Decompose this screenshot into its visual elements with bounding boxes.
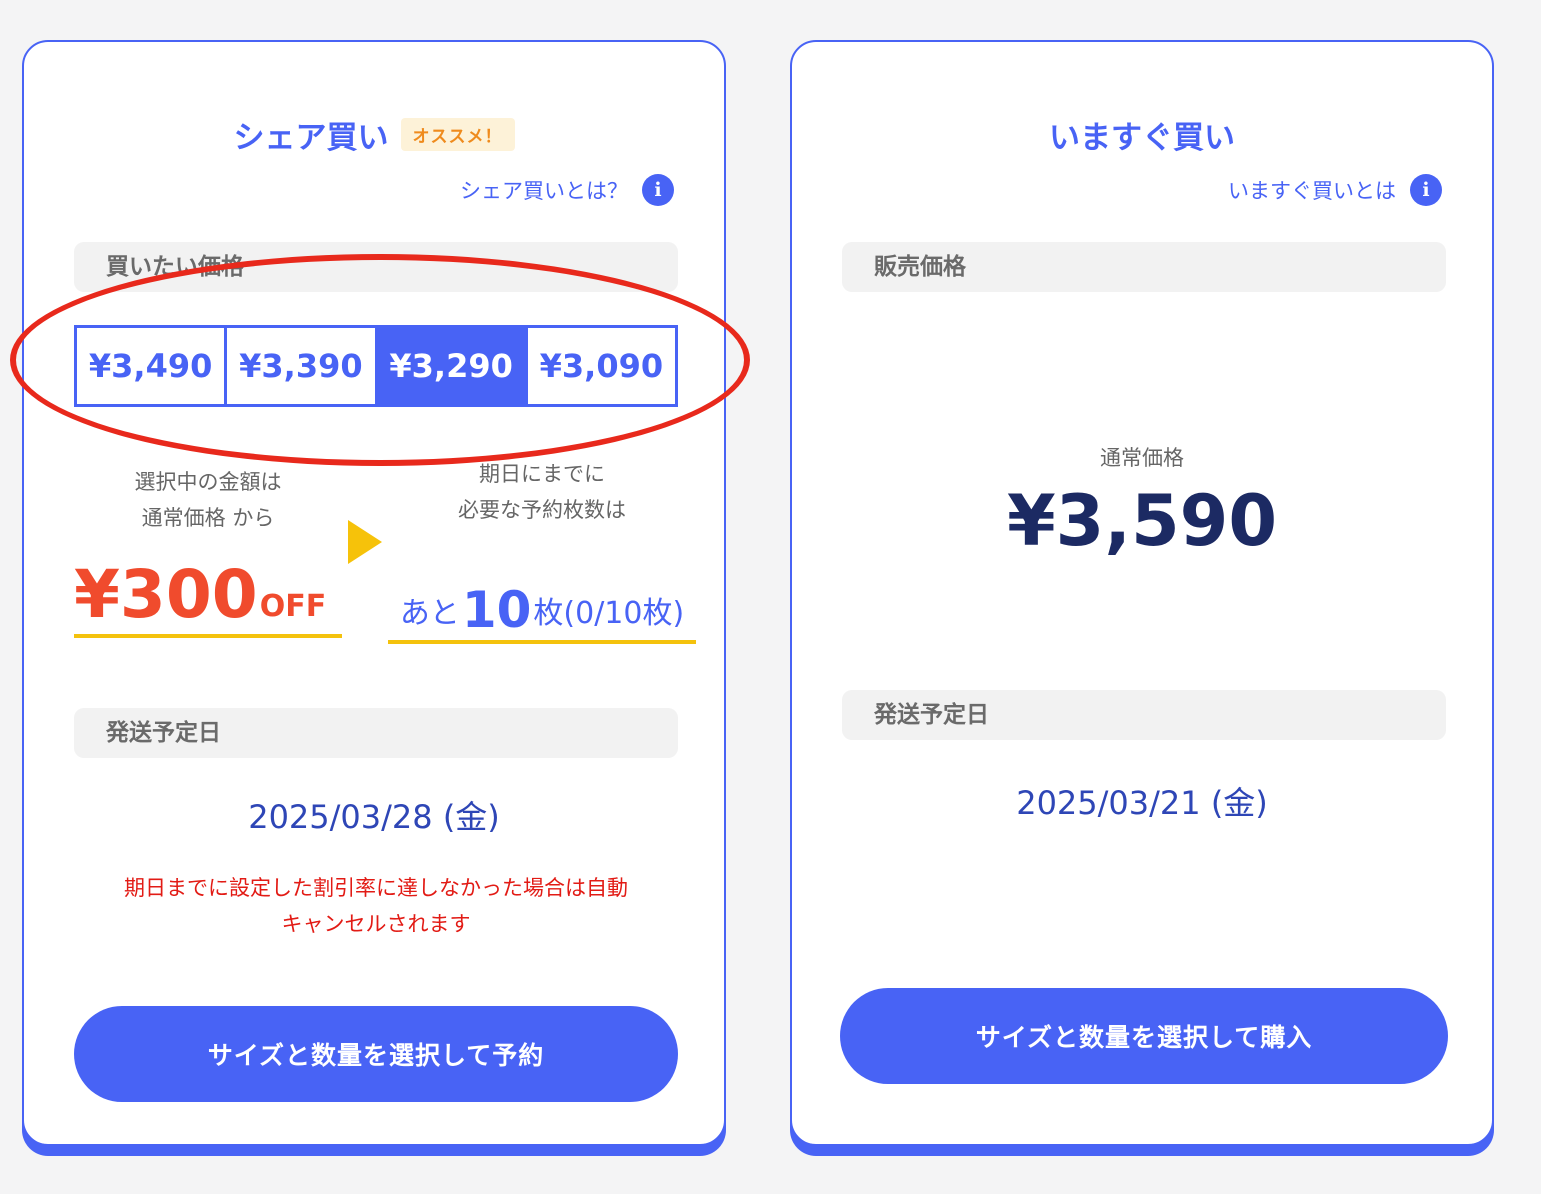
normal-price-label: 通常価格 — [1100, 446, 1184, 470]
info-icon: i — [1410, 174, 1442, 206]
price-option-3090[interactable]: ¥3,090 — [527, 328, 675, 404]
shipping-date: 2025/03/21 (金) — [1016, 784, 1268, 822]
shipping-section-header: 発送予定日 — [842, 690, 1446, 740]
discount-value: ¥300 — [74, 556, 258, 633]
buy-now-info-link[interactable]: いますぐ買いとは i — [1228, 174, 1442, 206]
warning-line2: キャンセルされます — [281, 912, 471, 936]
share-buy-info-link[interactable]: シェア買いとは？ i — [460, 174, 674, 206]
discount-amount: ¥300 OFF — [74, 542, 342, 638]
share-buy-title: シェア買い — [233, 120, 389, 156]
price-option-3390[interactable]: ¥3,390 — [227, 328, 378, 404]
auto-cancel-warning: 期日までに設定した割引率に達しなかった場合は自動 キャンセルされます — [74, 870, 678, 942]
discount-off-label: OFF — [259, 589, 327, 624]
remaining-number: 10 — [461, 581, 532, 639]
share-buy-card: シェア買い オススメ！ シェア買いとは？ i 買いたい価格 ¥3,490 ¥3,… — [10, 40, 750, 1146]
sale-price-section-header: 販売価格 — [842, 242, 1446, 292]
discount-caption: 選択中の金額は 通常価格 から — [74, 464, 342, 536]
discount-caption-line2: 通常価格 から — [141, 506, 275, 530]
desired-price-section-header: 買いたい価格 — [74, 242, 678, 292]
normal-price-value: ¥3,590 — [1006, 480, 1278, 562]
info-icon: i — [642, 174, 674, 206]
arrow-right-icon — [348, 520, 382, 564]
needed-caption: 期日にまでに 必要な予約枚数は — [388, 456, 696, 528]
recommend-badge: オススメ！ — [400, 118, 515, 151]
warning-line1: 期日までに設定した割引率に達しなかった場合は自動 — [124, 876, 628, 900]
remaining-suffix: 枚(0/10枚) — [533, 596, 685, 631]
buy-now-info-label: いますぐ買いとは — [1228, 179, 1396, 203]
needed-caption-line1: 期日にまでに — [479, 462, 605, 486]
buy-now-title: いますぐ買い — [1049, 120, 1235, 156]
remaining-count: あと 10 枚(0/10枚) — [388, 570, 696, 644]
share-buy-info-label: シェア買いとは？ — [460, 179, 628, 203]
reserve-button[interactable]: サイズと数量を選択して予約 — [74, 1006, 678, 1102]
buy-button[interactable]: サイズと数量を選択して購入 — [840, 988, 1448, 1084]
needed-caption-line2: 必要な予約枚数は — [458, 498, 626, 522]
price-option-3490[interactable]: ¥3,490 — [77, 328, 228, 404]
price-option-3290-selected[interactable]: ¥3,290 — [377, 328, 528, 404]
shipping-section-header: 発送予定日 — [74, 708, 678, 758]
shipping-date: 2025/03/28 (金) — [248, 798, 500, 836]
discount-caption-line1: 選択中の金額は — [134, 470, 282, 494]
buy-now-card: いますぐ買い いますぐ買いとは i 販売価格 通常価格 ¥3,590 発送予定日… — [790, 40, 1494, 1146]
price-option-group: ¥3,490 ¥3,390 ¥3,290 ¥3,090 — [74, 325, 678, 407]
share-buy-title-row: シェア買い オススメ！ — [24, 112, 724, 157]
remaining-prefix: あと — [399, 596, 460, 631]
